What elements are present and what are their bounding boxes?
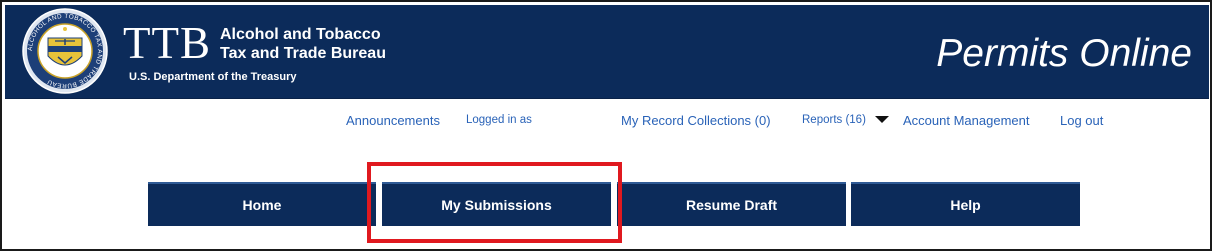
treasury-seal-icon: ALCOHOL AND TOBACCO TAX AND TRADE BUREAU xyxy=(22,8,108,94)
app-title: Permits Online xyxy=(936,32,1192,75)
nav-home-label: Home xyxy=(242,197,282,213)
nav-help-button[interactable]: Help xyxy=(851,182,1080,226)
reports-link[interactable]: Reports (16) xyxy=(802,114,866,126)
department-label: U.S. Department of the Treasury xyxy=(129,71,297,83)
agency-name-line-1: Alcohol and Tobacco xyxy=(220,26,381,43)
agency-name-line-2: Tax and Trade Bureau xyxy=(220,45,386,62)
nav-resume-draft-button[interactable]: Resume Draft xyxy=(617,182,846,226)
ttb-wordmark: TTB xyxy=(123,18,211,68)
account-management-link[interactable]: Account Management xyxy=(903,113,1029,128)
nav-home-button[interactable]: Home xyxy=(148,182,376,226)
logged-in-as-label: Logged in as xyxy=(466,114,532,126)
logout-link[interactable]: Log out xyxy=(1060,113,1103,128)
screenshot-frame: ALCOHOL AND TOBACCO TAX AND TRADE BUREAU… xyxy=(0,0,1212,251)
agency-name: Alcohol and Tobacco Tax and Trade Bureau xyxy=(220,25,386,63)
announcements-link[interactable]: Announcements xyxy=(346,113,440,128)
nav-my-submissions-label: My Submissions xyxy=(441,197,552,213)
site-header: ALCOHOL AND TOBACCO TAX AND TRADE BUREAU… xyxy=(5,5,1209,99)
nav-resume-draft-label: Resume Draft xyxy=(685,197,778,213)
record-collections-link[interactable]: My Record Collections (0) xyxy=(621,113,771,128)
nav-my-submissions-button[interactable]: My Submissions xyxy=(382,182,611,226)
nav-help-label: Help xyxy=(950,197,981,213)
reports-dropdown-caret-icon[interactable] xyxy=(875,116,889,123)
